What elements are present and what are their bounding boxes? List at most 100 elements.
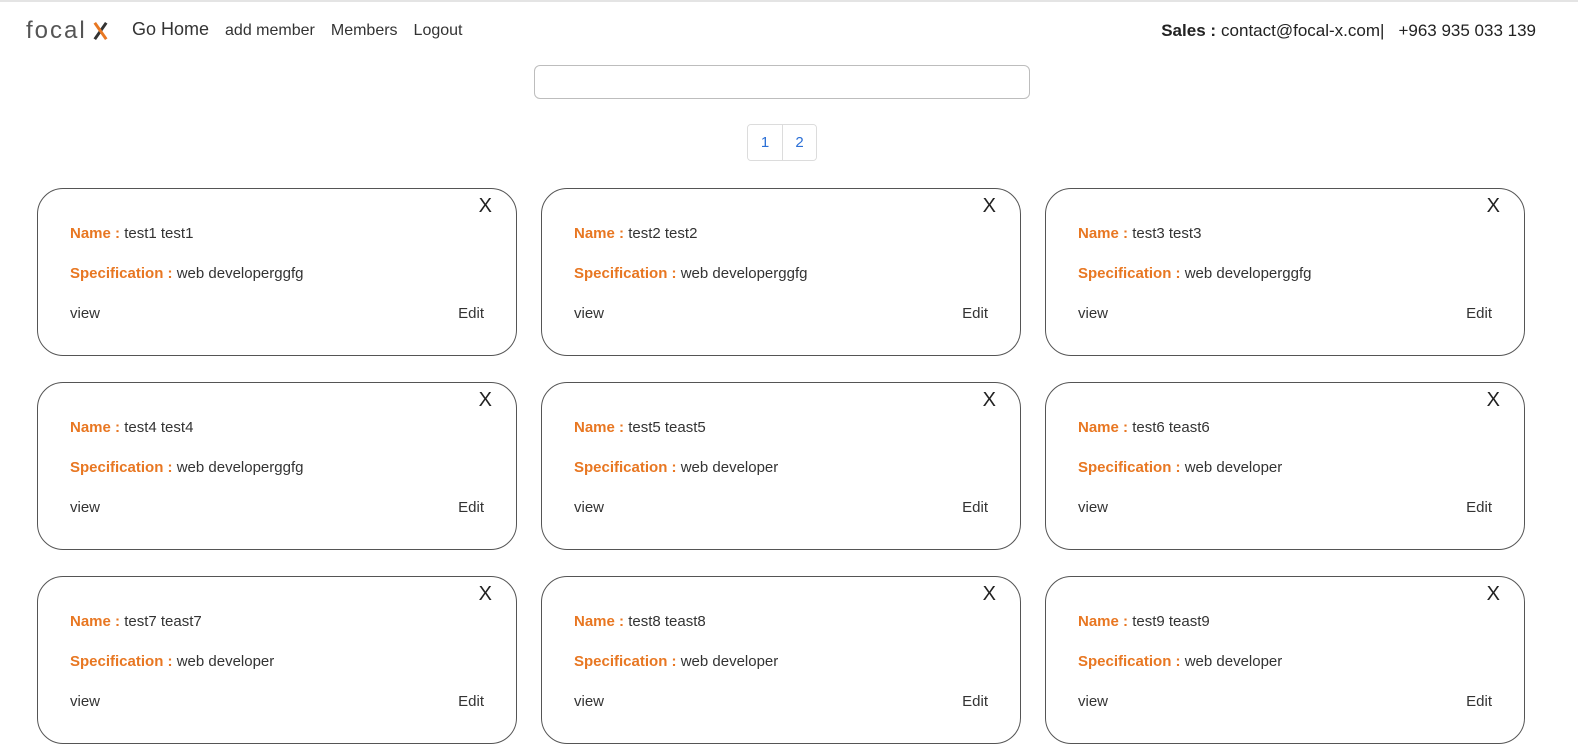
- member-spec-value: web developerggfg: [680, 265, 808, 282]
- member-card: X Name : test7 teast7 Specification : we…: [37, 576, 517, 744]
- edit-member-link[interactable]: Edit: [962, 499, 988, 516]
- sales-contact: Sales : contact@focal-x.com| +963 935 03…: [1161, 21, 1536, 41]
- member-card: X Name : test2 test2 Specification : web…: [541, 188, 1021, 356]
- name-label: Name :: [574, 419, 625, 436]
- sales-email: contact@focal-x.com|: [1221, 21, 1385, 40]
- member-spec-value: web developer: [1184, 653, 1283, 670]
- name-label: Name :: [574, 225, 625, 242]
- member-name: Name : test4 test4: [70, 419, 193, 436]
- view-member-link[interactable]: view: [1078, 499, 1108, 516]
- member-card: X Name : test1 test1 Specification : web…: [37, 188, 517, 356]
- spec-label: Specification :: [1078, 459, 1181, 476]
- spec-label: Specification :: [1078, 653, 1181, 670]
- spec-label: Specification :: [1078, 265, 1181, 282]
- member-card: X Name : test5 teast5 Specification : we…: [541, 382, 1021, 550]
- spec-label: Specification :: [574, 653, 677, 670]
- member-specification: Specification : web developerggfg: [70, 265, 303, 282]
- view-member-link[interactable]: view: [574, 693, 604, 710]
- member-name: Name : test2 test2: [574, 225, 697, 242]
- nav-go-home-link[interactable]: Go Home: [132, 19, 209, 40]
- nav-members-link[interactable]: Members: [331, 22, 398, 40]
- member-name-value: test8 teast8: [628, 613, 706, 630]
- member-name-value: test1 test1: [124, 225, 194, 242]
- name-label: Name :: [1078, 225, 1129, 242]
- name-label: Name :: [70, 225, 121, 242]
- member-spec-value: web developerggfg: [176, 265, 304, 282]
- member-card: X Name : test6 teast6 Specification : we…: [1045, 382, 1525, 550]
- view-member-link[interactable]: view: [574, 305, 604, 322]
- sales-label: Sales :: [1161, 21, 1217, 40]
- member-spec-value: web developerggfg: [176, 459, 304, 476]
- edit-member-link[interactable]: Edit: [962, 693, 988, 710]
- edit-member-link[interactable]: Edit: [458, 305, 484, 322]
- edit-member-link[interactable]: Edit: [458, 499, 484, 516]
- brand-text: focal: [26, 17, 87, 44]
- page-2-button[interactable]: 2: [782, 125, 816, 160]
- member-card: X Name : test4 test4 Specification : web…: [37, 382, 517, 550]
- member-specification: Specification : web developerggfg: [70, 459, 303, 476]
- member-name-value: test2 test2: [628, 225, 698, 242]
- spec-label: Specification :: [70, 653, 173, 670]
- member-name: Name : test1 test1: [70, 225, 193, 242]
- brand-x-icon: [91, 21, 109, 41]
- member-card: X Name : test9 teast9 Specification : we…: [1045, 576, 1525, 744]
- view-member-link[interactable]: view: [574, 499, 604, 516]
- edit-member-link[interactable]: Edit: [1466, 499, 1492, 516]
- spec-label: Specification :: [574, 265, 677, 282]
- delete-member-button[interactable]: X: [1487, 389, 1500, 411]
- nav-logout-link[interactable]: Logout: [414, 22, 463, 40]
- delete-member-button[interactable]: X: [1487, 195, 1500, 217]
- spec-label: Specification :: [70, 459, 173, 476]
- name-label: Name :: [70, 419, 121, 436]
- member-name-value: test3 test3: [1132, 225, 1202, 242]
- member-spec-value: web developer: [680, 459, 779, 476]
- spec-label: Specification :: [574, 459, 677, 476]
- sales-phone: +963 935 033 139: [1398, 21, 1536, 40]
- edit-member-link[interactable]: Edit: [1466, 305, 1492, 322]
- member-spec-value: web developer: [680, 653, 779, 670]
- nav-links: Go Home add member Members Logout: [132, 19, 478, 40]
- edit-member-link[interactable]: Edit: [458, 693, 484, 710]
- name-label: Name :: [574, 613, 625, 630]
- member-card: X Name : test3 test3 Specification : web…: [1045, 188, 1525, 356]
- delete-member-button[interactable]: X: [983, 195, 996, 217]
- member-name-value: test9 teast9: [1132, 613, 1210, 630]
- member-specification: Specification : web developer: [574, 653, 778, 670]
- member-name-value: test6 teast6: [1132, 419, 1210, 436]
- view-member-link[interactable]: view: [1078, 693, 1108, 710]
- member-specification: Specification : web developer: [1078, 459, 1282, 476]
- search-input[interactable]: [534, 65, 1030, 99]
- member-specification: Specification : web developer: [70, 653, 274, 670]
- member-spec-value: web developer: [176, 653, 275, 670]
- edit-member-link[interactable]: Edit: [962, 305, 988, 322]
- nav-add-member-link[interactable]: add member: [225, 22, 315, 40]
- member-specification: Specification : web developer: [1078, 653, 1282, 670]
- view-member-link[interactable]: view: [70, 305, 100, 322]
- member-name: Name : test7 teast7: [70, 613, 202, 630]
- view-member-link[interactable]: view: [1078, 305, 1108, 322]
- delete-member-button[interactable]: X: [479, 389, 492, 411]
- page-1-button[interactable]: 1: [748, 125, 782, 160]
- member-spec-value: web developerggfg: [1184, 265, 1312, 282]
- navbar: focal Go Home add member Members Logout …: [0, 2, 1578, 58]
- member-name: Name : test5 teast5: [574, 419, 706, 436]
- member-name: Name : test9 teast9: [1078, 613, 1210, 630]
- member-name-value: test7 teast7: [124, 613, 202, 630]
- edit-member-link[interactable]: Edit: [1466, 693, 1492, 710]
- delete-member-button[interactable]: X: [983, 583, 996, 605]
- delete-member-button[interactable]: X: [983, 389, 996, 411]
- delete-member-button[interactable]: X: [479, 195, 492, 217]
- view-member-link[interactable]: view: [70, 693, 100, 710]
- member-name: Name : test6 teast6: [1078, 419, 1210, 436]
- delete-member-button[interactable]: X: [1487, 583, 1500, 605]
- member-name: Name : test3 test3: [1078, 225, 1201, 242]
- member-name: Name : test8 teast8: [574, 613, 706, 630]
- view-member-link[interactable]: view: [70, 499, 100, 516]
- member-name-value: test4 test4: [124, 419, 194, 436]
- member-card: X Name : test8 teast8 Specification : we…: [541, 576, 1021, 744]
- pagination: 1 2: [747, 124, 817, 161]
- spec-label: Specification :: [70, 265, 173, 282]
- delete-member-button[interactable]: X: [479, 583, 492, 605]
- brand-logo[interactable]: focal: [26, 17, 109, 45]
- member-spec-value: web developer: [1184, 459, 1283, 476]
